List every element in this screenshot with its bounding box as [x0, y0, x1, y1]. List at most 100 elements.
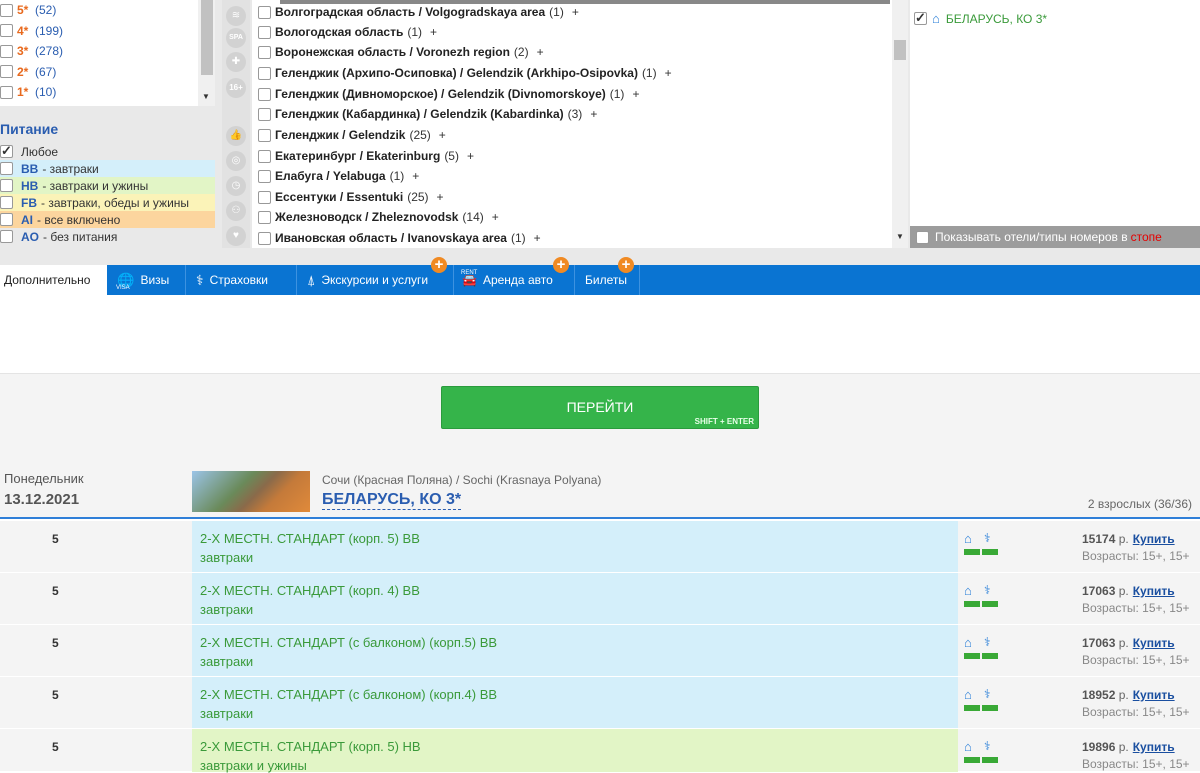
- result-header: [0, 461, 1200, 519]
- region-item[interactable]: Геленджик (Дивноморское) / Gelendzik (Di…: [258, 84, 639, 104]
- star-filter-4[interactable]: 4* (199): [0, 21, 198, 42]
- room-name: 2-Х МЕСТН. СТАНДАРТ (корп. 5) BB: [200, 531, 420, 546]
- expand-plus[interactable]: +: [467, 149, 474, 163]
- expand-plus[interactable]: +: [439, 128, 446, 142]
- scroll-down-arrow-icon[interactable]: ▼: [202, 92, 210, 101]
- expand-plus[interactable]: +: [537, 45, 544, 59]
- region-name: Вологодская область: [275, 25, 404, 39]
- meal-option-bb[interactable]: BB - завтраки: [0, 160, 215, 177]
- age-16-icon[interactable]: 16+: [226, 78, 246, 98]
- tab-insurance[interactable]: ⚕ Страховки: [186, 265, 297, 295]
- star-filter-5[interactable]: 5* (52): [0, 0, 198, 21]
- scroll-down-arrow-icon[interactable]: ▼: [896, 232, 904, 241]
- region-item[interactable]: Железноводск / Zheleznovodsk (14) +: [258, 207, 499, 227]
- go-button[interactable]: ПЕРЕЙТИ SHIFT + ENTER: [441, 386, 759, 429]
- meal-option-fb[interactable]: FB - завтраки, обеды и ужины: [0, 194, 215, 211]
- meal-checkbox[interactable]: [0, 162, 13, 175]
- spa-icon[interactable]: SPA: [226, 28, 246, 48]
- star-checkbox[interactable]: [0, 24, 13, 38]
- region-checkbox[interactable]: [258, 45, 271, 59]
- heart-icon[interactable]: ♥: [226, 226, 246, 246]
- region-checkbox[interactable]: [258, 190, 271, 204]
- buy-link[interactable]: Купить: [1133, 688, 1175, 702]
- plus-badge-icon[interactable]: +: [431, 257, 447, 273]
- region-checkbox[interactable]: [258, 107, 271, 121]
- room-icons: ⌂ ⚕: [964, 739, 1000, 769]
- medical-icon[interactable]: ✚: [226, 52, 246, 72]
- region-item[interactable]: Ессентуки / Essentuki (25) +: [258, 187, 444, 207]
- region-checkbox[interactable]: [258, 149, 271, 163]
- expand-plus[interactable]: +: [412, 169, 419, 183]
- thumb-up-icon[interactable]: 👍: [226, 126, 246, 146]
- expand-plus[interactable]: +: [632, 87, 639, 101]
- tab-excursions[interactable]: ⍋ Экскурсии и услуги: [297, 265, 454, 295]
- hotel-photo[interactable]: [192, 471, 310, 512]
- region-checkbox[interactable]: [258, 169, 271, 183]
- region-item[interactable]: Ивановская область / Ivanovskaya area (1)…: [258, 228, 541, 248]
- meal-option-ao[interactable]: AO - без питания: [0, 228, 215, 245]
- expand-plus[interactable]: +: [492, 210, 499, 224]
- meal-checkbox[interactable]: [0, 143, 13, 159]
- region-name: Екатеринбург / Ekaterinburg: [275, 149, 441, 163]
- region-checkbox[interactable]: [258, 25, 271, 39]
- region-checkbox[interactable]: [258, 5, 271, 19]
- meal-checkbox[interactable]: [0, 196, 13, 209]
- regions-scroll-thumb[interactable]: [894, 40, 906, 60]
- meal-checkbox[interactable]: [0, 213, 13, 226]
- star-filter-3[interactable]: 3* (278): [0, 41, 198, 62]
- hotel-name-link[interactable]: БЕЛАРУСЬ, КО 3*: [322, 491, 462, 510]
- region-checkbox[interactable]: [258, 210, 271, 224]
- meal-option-any[interactable]: Любое: [0, 143, 215, 160]
- region-checkbox[interactable]: [258, 87, 271, 101]
- plus-badge-icon[interactable]: +: [553, 257, 569, 273]
- expand-plus[interactable]: +: [572, 5, 579, 19]
- region-checkbox[interactable]: [258, 231, 271, 245]
- meal-option-hb[interactable]: HB - завтраки и ужины: [0, 177, 215, 194]
- family-icon[interactable]: ⚇: [226, 201, 246, 221]
- star-checkbox[interactable]: [0, 85, 13, 99]
- expand-plus[interactable]: +: [590, 107, 597, 121]
- tab-visa[interactable]: 🌐 VISA Визы: [107, 265, 186, 295]
- region-checkbox[interactable]: [258, 128, 271, 142]
- buy-link[interactable]: Купить: [1133, 740, 1175, 754]
- star-filter-2[interactable]: 2* (67): [0, 62, 198, 83]
- meal-checkbox[interactable]: [0, 179, 13, 192]
- region-item[interactable]: Екатеринбург / Ekaterinburg (5) +: [258, 146, 474, 166]
- region-item[interactable]: Вологодская область (1) +: [258, 22, 437, 42]
- region-item[interactable]: Волгоградская область / Volgogradskaya a…: [258, 2, 579, 22]
- star-filter-1[interactable]: 1* (10): [0, 82, 198, 103]
- regions-scrollbar[interactable]: [892, 0, 908, 248]
- expand-plus[interactable]: +: [437, 190, 444, 204]
- region-item[interactable]: Геленджик (Архипо-Осиповка) / Gelendzik …: [258, 63, 672, 83]
- room-icons: ⌂ ⚕: [964, 687, 1000, 717]
- plus-badge-icon[interactable]: +: [618, 257, 634, 273]
- buy-link[interactable]: Купить: [1133, 532, 1175, 546]
- expand-plus[interactable]: +: [534, 231, 541, 245]
- buy-link[interactable]: Купить: [1133, 636, 1175, 650]
- show-stop-toggle[interactable]: Показывать отели/типы номеров в стопе: [910, 226, 1200, 248]
- star-checkbox[interactable]: [0, 3, 13, 17]
- selected-hotel-checkbox[interactable]: [914, 10, 927, 26]
- selected-hotel-item[interactable]: ⌂ БЕЛАРУСЬ, КО 3*: [914, 10, 1047, 26]
- star-checkbox[interactable]: [0, 65, 13, 79]
- expand-plus[interactable]: +: [665, 66, 672, 80]
- meal-text: - завтраки и ужины: [42, 178, 149, 193]
- region-item[interactable]: Елабуга / Yelabuga (1) +: [258, 166, 419, 186]
- spa-icon[interactable]: ≋: [226, 6, 246, 26]
- star-checkbox[interactable]: [0, 44, 13, 58]
- meal-checkbox[interactable]: [0, 230, 13, 243]
- globe-icon[interactable]: ◎: [226, 151, 246, 171]
- tab-additional[interactable]: Дополнительно: [0, 265, 107, 295]
- room-cell: 2-Х МЕСТН. СТАНДАРТ (с балконом) (корп.4…: [192, 677, 958, 728]
- stars-scroll-thumb[interactable]: [201, 0, 213, 75]
- region-item[interactable]: Воронежская область / Voronezh region (2)…: [258, 42, 544, 62]
- expand-plus[interactable]: +: [430, 25, 437, 39]
- stop-checkbox[interactable]: [916, 230, 929, 244]
- region-item[interactable]: Геленджик / Gelendzik (25) +: [258, 125, 446, 145]
- meal-option-ai[interactable]: AI - все включено: [0, 211, 215, 228]
- buy-link[interactable]: Купить: [1133, 584, 1175, 598]
- region-item[interactable]: Геленджик (Кабардинка) / Gelendzik (Kaba…: [258, 104, 597, 124]
- ages: Возрасты: 15+, 15+: [1082, 549, 1190, 563]
- region-checkbox[interactable]: [258, 66, 271, 80]
- clock-icon[interactable]: ◷: [226, 176, 246, 196]
